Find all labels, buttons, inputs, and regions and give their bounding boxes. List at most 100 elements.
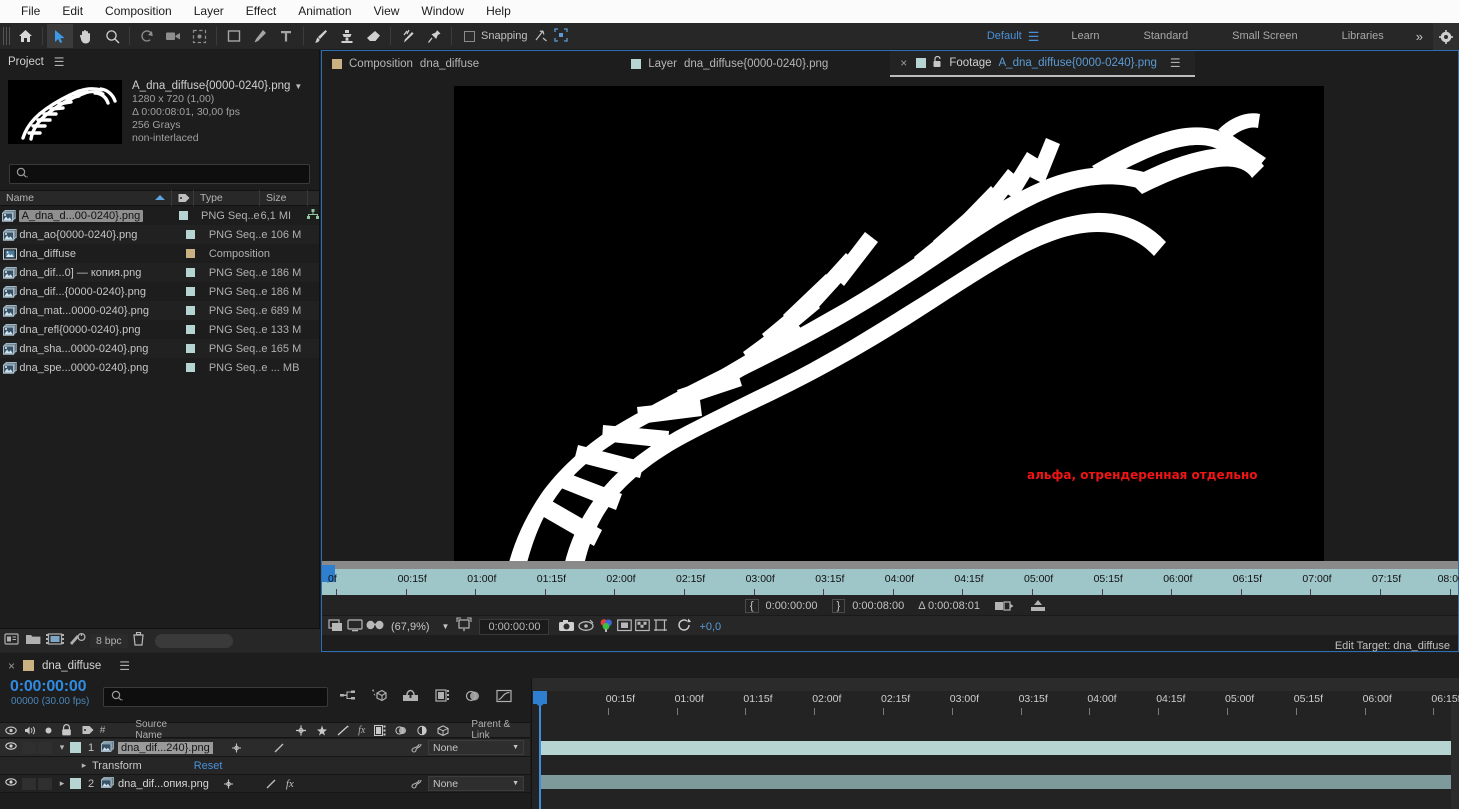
overlay-edit-icon[interactable] <box>1028 599 1048 613</box>
reset-exposure-icon[interactable] <box>677 618 692 635</box>
snap-arrow-icon[interactable] <box>534 28 548 45</box>
transform-reset-link[interactable]: Reset <box>194 760 223 772</box>
snapping-checkbox[interactable] <box>464 30 475 42</box>
parent-select[interactable]: None ▼ <box>428 776 524 791</box>
project-settings-icon[interactable] <box>68 632 86 649</box>
item-name-cell[interactable]: dna_sha...0000-0240}.png <box>19 343 185 355</box>
text-tool-icon[interactable] <box>273 24 299 48</box>
anchor-icon[interactable] <box>223 779 234 789</box>
viewer-time-ruler[interactable]: 0f 00:15f 01:00f 01:15f 02:00f 02:15f 03:00f 03… <box>322 561 1459 600</box>
project-item-row[interactable]: dna_sha...0000-0240}.png PNG Seq..e 165 M <box>0 339 319 358</box>
workspace-default[interactable]: Default <box>965 23 1028 50</box>
channels-icon[interactable] <box>598 618 614 635</box>
duration-group[interactable]: Δ 0:00:08:01 <box>918 600 980 612</box>
eraser-tool-icon[interactable] <box>360 24 386 48</box>
layer-visibility-icon[interactable] <box>0 741 22 754</box>
parent-link-column-header[interactable]: Parent & Link <box>471 719 530 741</box>
new-composition-icon[interactable] <box>46 632 64 649</box>
workspace-standard[interactable]: Standard <box>1122 23 1211 50</box>
pen-tool-icon[interactable] <box>247 24 273 48</box>
workspace-learn[interactable]: Learn <box>1049 23 1121 50</box>
project-item-row[interactable]: dna_mat...0000-0240}.png PNG Seq..e 689 M <box>0 301 319 320</box>
menu-item-edit[interactable]: Edit <box>51 0 94 23</box>
3d-glasses-icon[interactable] <box>366 619 384 634</box>
fit-to-window-icon[interactable] <box>456 617 473 636</box>
hand-tool-icon[interactable] <box>73 24 99 48</box>
delete-icon[interactable] <box>132 631 145 649</box>
layer-label-swatch[interactable] <box>70 742 81 753</box>
layer-solo-toggle[interactable] <box>38 777 52 790</box>
column-type[interactable]: Type <box>194 190 260 206</box>
source-name-column-header[interactable]: Source Name <box>135 719 195 741</box>
timeline-work-area-strip[interactable] <box>532 678 1459 691</box>
timeline-time-ruler[interactable]: 0f00:15f01:00f01:15f02:00f02:15f03:00f03… <box>532 691 1459 717</box>
layer-visibility-icon[interactable] <box>0 777 22 790</box>
project-scroll-pill[interactable] <box>154 633 233 648</box>
layer-bar-2[interactable] <box>541 775 1459 789</box>
toolbar-grip[interactable] <box>3 27 12 45</box>
timeline-tab-name[interactable]: dna_diffuse <box>42 660 101 672</box>
menu-item-window[interactable]: Window <box>410 0 475 23</box>
layer-audio-toggle[interactable] <box>22 777 36 790</box>
menu-item-animation[interactable]: Animation <box>287 0 362 23</box>
pickwhip-icon[interactable] <box>410 742 422 753</box>
gear-icon[interactable] <box>1433 23 1459 50</box>
project-tab-label[interactable]: Project <box>8 56 44 68</box>
transform-expand-chevron[interactable]: ▸ <box>76 760 92 771</box>
layer-label-swatch[interactable] <box>70 778 81 789</box>
project-search-input[interactable] <box>9 164 310 184</box>
timeline-close-icon[interactable]: × <box>8 659 15 673</box>
layer-parent-link[interactable]: None ▼ <box>410 776 530 791</box>
anchor-icon[interactable] <box>231 743 242 753</box>
draft-3d-icon[interactable] <box>371 688 387 706</box>
timeline-layer-row[interactable]: ▸ 2 dna_dif...опия.png fx None ▼ <box>0 775 530 793</box>
zoom-level-select[interactable]: (67,9%) ▼ <box>387 621 453 633</box>
column-tag[interactable] <box>172 190 194 206</box>
snapshot-camera-icon[interactable] <box>558 619 575 635</box>
project-item-row[interactable]: A_dna_d...00-0240}.png PNG Seq..e 6,1 MI <box>0 206 319 225</box>
lock-icon[interactable] <box>933 55 942 71</box>
out-point-value[interactable]: 0:00:08:00 <box>852 600 904 612</box>
monitor-icon[interactable] <box>347 618 363 635</box>
layer-bar-1[interactable] <box>541 741 1459 755</box>
menu-item-effect[interactable]: Effect <box>235 0 287 23</box>
transparency-grid-icon[interactable] <box>635 618 651 635</box>
item-label-cell[interactable] <box>185 363 207 372</box>
item-name-cell[interactable]: dna_refl{0000-0240}.png <box>19 324 185 336</box>
timeline-vertical-scrollbar[interactable] <box>1451 703 1459 809</box>
workspace-menu-icon[interactable]: ☰ <box>1028 29 1050 45</box>
item-label-cell[interactable] <box>185 230 207 239</box>
item-label-cell[interactable] <box>178 211 199 220</box>
motion-blur-icon[interactable] <box>465 689 481 706</box>
parent-select[interactable]: None ▼ <box>428 740 524 755</box>
puppet-pin-tool-icon[interactable] <box>421 24 447 48</box>
rotation-tool-icon[interactable] <box>134 24 160 48</box>
hide-shy-layers-icon[interactable] <box>402 689 419 706</box>
in-point-group[interactable]: { 0:00:00:00 <box>744 599 818 613</box>
tab-composition-dna-diffuse[interactable]: Composition dna_diffuse <box>322 51 493 77</box>
item-name-cell[interactable]: A_dna_d...00-0240}.png <box>18 209 179 222</box>
brush-tool-icon[interactable] <box>308 24 334 48</box>
region-of-interest-icon[interactable] <box>617 618 633 635</box>
interpret-footage-icon[interactable] <box>4 632 21 649</box>
in-point-value[interactable]: 0:00:00:00 <box>766 600 818 612</box>
duration-value[interactable]: Δ 0:00:08:01 <box>918 600 980 612</box>
menu-item-composition[interactable]: Composition <box>94 0 183 23</box>
exposure-offset-value[interactable]: +0,0 <box>699 621 721 633</box>
frame-blending-icon[interactable] <box>434 688 450 706</box>
menu-item-layer[interactable]: Layer <box>183 0 235 23</box>
guides-icon[interactable] <box>653 618 668 635</box>
project-item-row[interactable]: dna_diffuse Composition <box>0 244 319 263</box>
item-label-cell[interactable] <box>185 268 207 277</box>
tab-footage-a-dna-diffuse[interactable]: × Footage A_dna_diffuse{0000-0240}.png ☰ <box>890 51 1195 77</box>
layer-solo-toggle[interactable] <box>38 741 52 754</box>
item-label-cell[interactable] <box>185 344 207 353</box>
viewer-current-time[interactable]: 0:00:00:00 <box>479 618 550 635</box>
item-label-cell[interactable] <box>185 306 207 315</box>
workspace-overflow-icon[interactable]: » <box>1406 29 1433 44</box>
timeline-search-input[interactable] <box>103 687 328 707</box>
item-name-cell[interactable]: dna_ao{0000-0240}.png <box>19 229 185 241</box>
graph-editor-icon[interactable] <box>496 689 512 706</box>
camera-tool-icon[interactable] <box>160 24 186 48</box>
show-snapshot-icon[interactable] <box>578 619 595 635</box>
